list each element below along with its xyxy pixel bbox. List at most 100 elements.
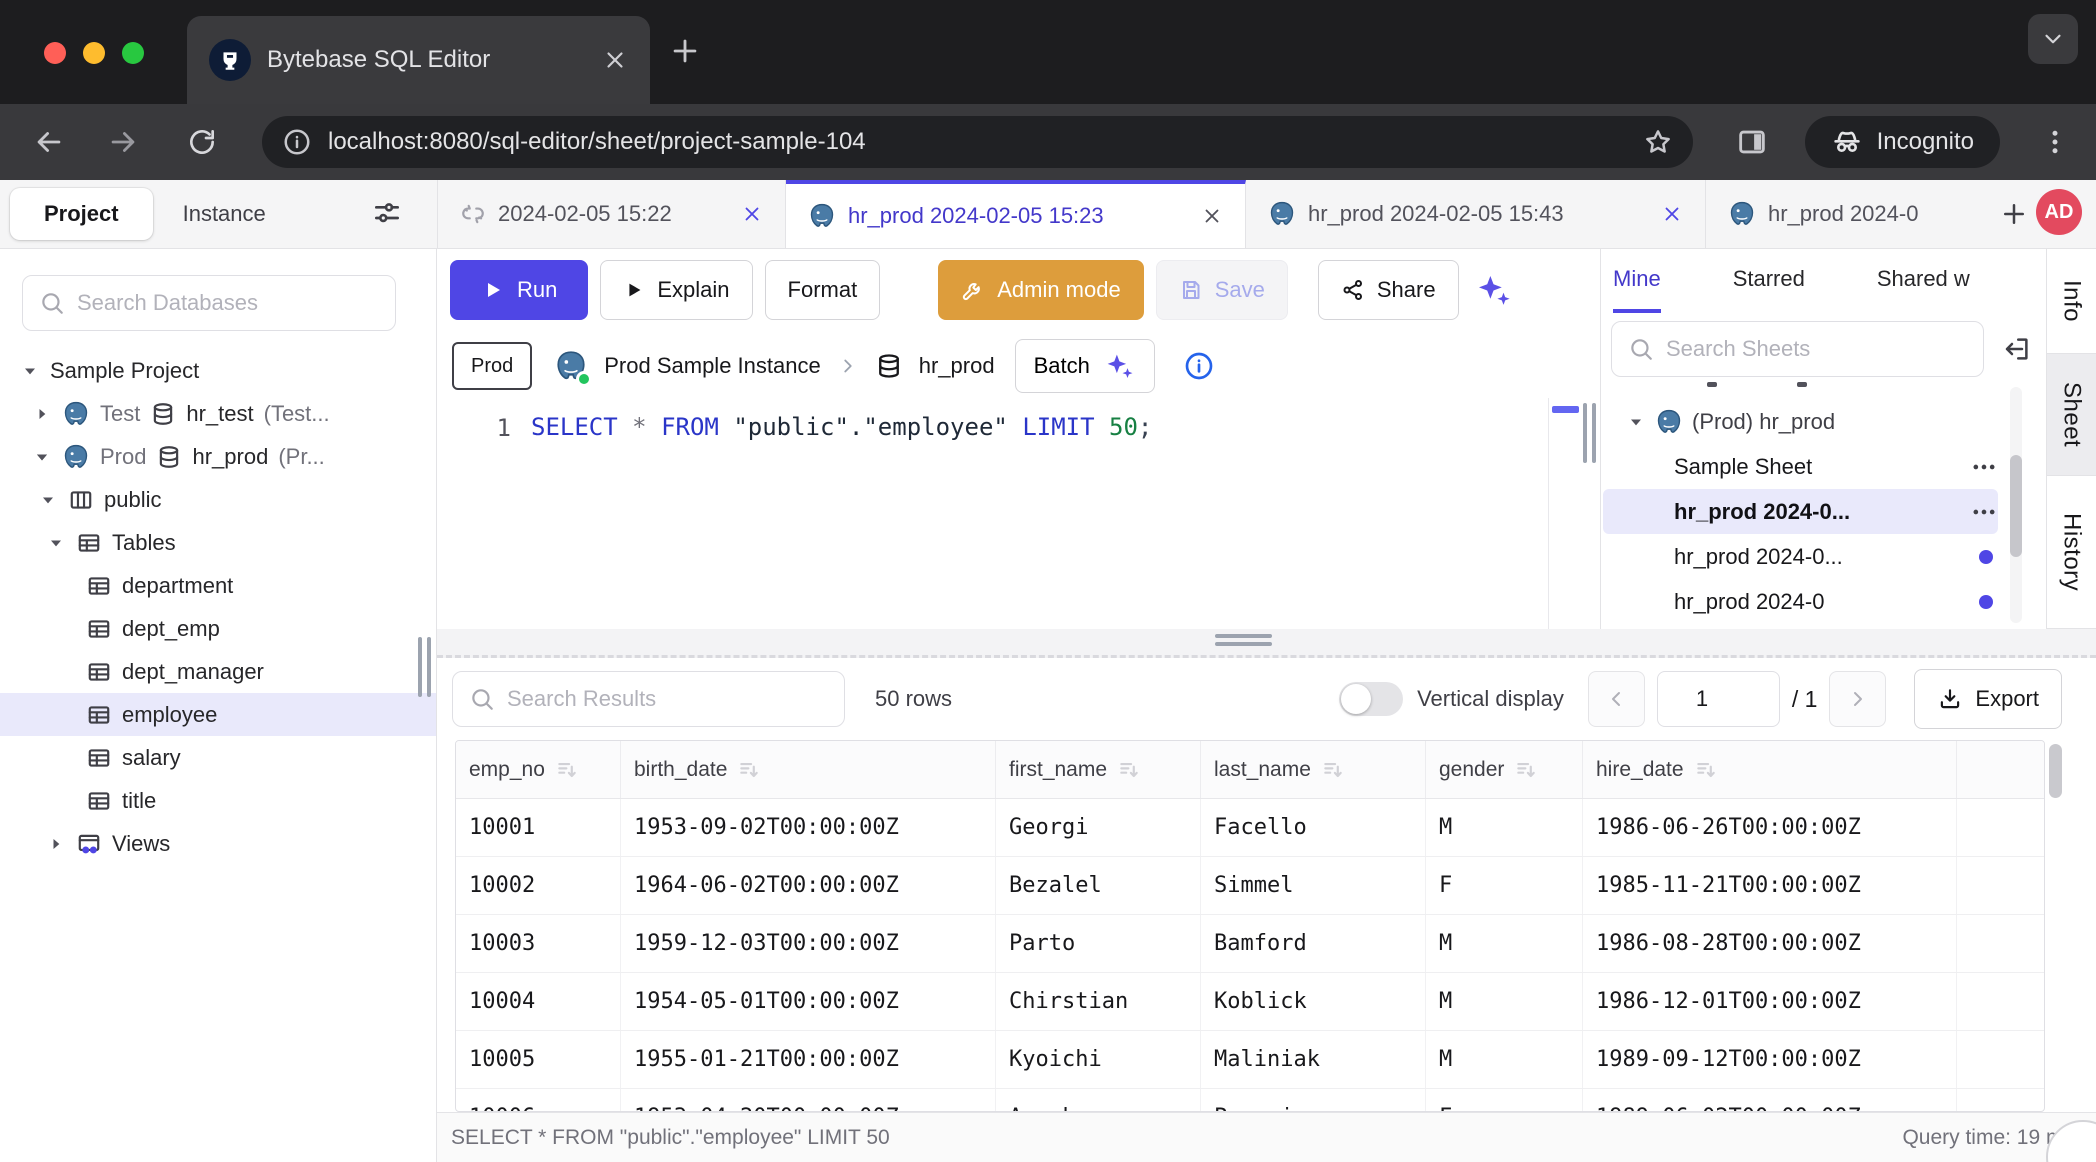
sheet-search[interactable] bbox=[1611, 321, 1984, 377]
tab-instance[interactable]: Instance bbox=[153, 201, 296, 227]
save-button[interactable]: Save bbox=[1156, 260, 1288, 320]
browser-tab[interactable]: Bytebase SQL Editor bbox=[187, 16, 650, 104]
tree-item-table[interactable]: salary bbox=[0, 736, 436, 779]
reload-icon[interactable] bbox=[186, 126, 218, 158]
back-icon[interactable] bbox=[32, 125, 66, 159]
database-name[interactable]: hr_prod bbox=[919, 353, 995, 379]
tab-starred[interactable]: Starred bbox=[1733, 249, 1805, 313]
cell[interactable]: 1954-05-01T00:00:00Z bbox=[621, 973, 996, 1030]
chevron-down-icon[interactable] bbox=[46, 533, 66, 553]
sheet-group[interactable]: (Prod) hr_prod bbox=[1603, 399, 1998, 444]
tab-info[interactable]: Info bbox=[2047, 249, 2096, 354]
cell[interactable]: Koblick bbox=[1201, 973, 1426, 1030]
new-tab-button[interactable] bbox=[668, 34, 702, 68]
tree-item-table[interactable]: dept_emp bbox=[0, 607, 436, 650]
cell[interactable]: 1953-09-02T00:00:00Z bbox=[621, 799, 996, 856]
sheet-item[interactable]: Sample Sheet bbox=[1603, 444, 1998, 489]
forward-icon[interactable] bbox=[106, 125, 140, 159]
tree-item-table-selected[interactable]: employee bbox=[0, 693, 436, 736]
instance-name[interactable]: Prod Sample Instance bbox=[604, 353, 820, 379]
cell[interactable]: Chirstian bbox=[996, 973, 1201, 1030]
cell[interactable]: 1989-09-12T00:00:00Z bbox=[1583, 1031, 1957, 1088]
sidebar-resize-handle[interactable] bbox=[418, 637, 431, 697]
table-row[interactable]: 10002 1964-06-02T00:00:00Z Bezalel Simme… bbox=[456, 857, 2044, 915]
cell[interactable]: 1986-06-26T00:00:00Z bbox=[1583, 799, 1957, 856]
bookmark-star-icon[interactable] bbox=[1643, 127, 1673, 157]
splitter-drag-handle[interactable] bbox=[1215, 634, 1272, 650]
column-header[interactable]: first_name bbox=[996, 741, 1201, 798]
results-scrollbar-thumb[interactable] bbox=[2049, 744, 2062, 798]
table-row[interactable]: 10001 1953-09-02T00:00:00Z Georgi Facell… bbox=[456, 799, 2044, 857]
cell[interactable]: Preusig bbox=[1201, 1089, 1426, 1112]
tree-item-table[interactable]: department bbox=[0, 564, 436, 607]
batch-mode-button[interactable]: Batch bbox=[1015, 339, 1155, 393]
chevron-down-icon[interactable] bbox=[32, 447, 52, 467]
cell[interactable]: Georgi bbox=[996, 799, 1201, 856]
sort-icon[interactable] bbox=[1514, 757, 1540, 783]
cell[interactable]: F bbox=[1426, 857, 1583, 914]
tab-search-button[interactable] bbox=[2028, 14, 2078, 64]
sort-icon[interactable] bbox=[555, 757, 581, 783]
browser-tab-close-icon[interactable] bbox=[602, 47, 628, 73]
sql-code-line[interactable]: SELECT * FROM "public"."employee" LIMIT … bbox=[531, 413, 1600, 441]
browser-menu-icon[interactable] bbox=[2040, 127, 2070, 157]
cell[interactable]: 10003 bbox=[456, 915, 621, 972]
import-sheet-icon[interactable] bbox=[2002, 334, 2032, 364]
page-number-input[interactable] bbox=[1657, 671, 1780, 727]
cell[interactable]: 1986-08-28T00:00:00Z bbox=[1583, 915, 1957, 972]
next-page-button[interactable] bbox=[1829, 671, 1886, 727]
window-minimize-button[interactable] bbox=[83, 42, 105, 64]
cell[interactable]: 1955-01-21T00:00:00Z bbox=[621, 1031, 996, 1088]
tree-item-tables-group[interactable]: Tables bbox=[0, 521, 436, 564]
side-panel-icon[interactable] bbox=[1735, 125, 1769, 159]
sheet-scrollbar-thumb[interactable] bbox=[2010, 455, 2022, 557]
admin-mode-button[interactable]: Admin mode bbox=[938, 260, 1144, 320]
more-actions-icon[interactable] bbox=[1970, 498, 1998, 526]
cell[interactable]: Bezalel bbox=[996, 857, 1201, 914]
cell[interactable]: Kyoichi bbox=[996, 1031, 1201, 1088]
sort-icon[interactable] bbox=[1694, 757, 1720, 783]
column-header[interactable]: gender bbox=[1426, 741, 1583, 798]
editor-tab-clipped[interactable]: hr_prod 2024-0 bbox=[1706, 180, 1992, 248]
tab-project[interactable]: Project bbox=[10, 188, 153, 240]
column-header[interactable]: birth_date bbox=[621, 741, 996, 798]
cell[interactable]: 1986-12-01T00:00:00Z bbox=[1583, 973, 1957, 1030]
editor-tab-disconnected[interactable]: 2024-02-05 15:22 bbox=[438, 180, 786, 248]
tab-shared[interactable]: Shared w bbox=[1877, 249, 1970, 313]
panel-resize-handle[interactable] bbox=[1583, 403, 1596, 463]
window-zoom-button[interactable] bbox=[122, 42, 144, 64]
tree-item-table[interactable]: dept_manager bbox=[0, 650, 436, 693]
cell[interactable]: 1964-06-02T00:00:00Z bbox=[621, 857, 996, 914]
user-avatar[interactable]: AD bbox=[2036, 189, 2082, 235]
cell[interactable]: 1989-06-02T00:00:00Z bbox=[1583, 1089, 1957, 1112]
results-search-input[interactable] bbox=[507, 686, 828, 712]
new-sheet-tab-button[interactable] bbox=[1992, 180, 2036, 248]
table-row[interactable]: 10005 1955-01-21T00:00:00Z Kyoichi Malin… bbox=[456, 1031, 2044, 1089]
close-tab-icon[interactable] bbox=[1201, 205, 1223, 227]
prev-page-button[interactable] bbox=[1588, 671, 1645, 727]
column-header[interactable]: emp_no bbox=[456, 741, 621, 798]
tab-sheet[interactable]: Sheet bbox=[2047, 354, 2096, 476]
cell[interactable]: M bbox=[1426, 915, 1583, 972]
url-bar[interactable]: localhost:8080/sql-editor/sheet/project-… bbox=[262, 116, 1693, 168]
cell[interactable]: 10004 bbox=[456, 973, 621, 1030]
cell[interactable]: 1985-11-21T00:00:00Z bbox=[1583, 857, 1957, 914]
results-search[interactable] bbox=[452, 671, 845, 727]
chevron-down-icon[interactable] bbox=[1626, 412, 1646, 432]
cell[interactable]: M bbox=[1426, 799, 1583, 856]
chevron-down-icon[interactable] bbox=[20, 361, 40, 381]
table-row-clipped[interactable]: 10006 1953-04-20T00:00:00Z Anneke Preusi… bbox=[456, 1089, 2044, 1112]
cell[interactable]: Facello bbox=[1201, 799, 1426, 856]
cell[interactable]: 10005 bbox=[456, 1031, 621, 1088]
editor-minimap[interactable] bbox=[1548, 398, 1582, 629]
run-button[interactable]: Run bbox=[450, 260, 588, 320]
horizontal-splitter[interactable] bbox=[437, 629, 2096, 658]
cell[interactable]: 10002 bbox=[456, 857, 621, 914]
site-info-icon[interactable] bbox=[282, 127, 312, 157]
sql-editor[interactable]: 1 SELECT * FROM "public"."employee" LIMI… bbox=[437, 398, 1600, 629]
more-actions-icon[interactable] bbox=[1970, 453, 1998, 481]
info-icon[interactable] bbox=[1183, 350, 1215, 382]
explain-button[interactable]: Explain bbox=[600, 260, 752, 320]
column-header[interactable]: last_name bbox=[1201, 741, 1426, 798]
chevron-down-icon[interactable] bbox=[38, 490, 58, 510]
